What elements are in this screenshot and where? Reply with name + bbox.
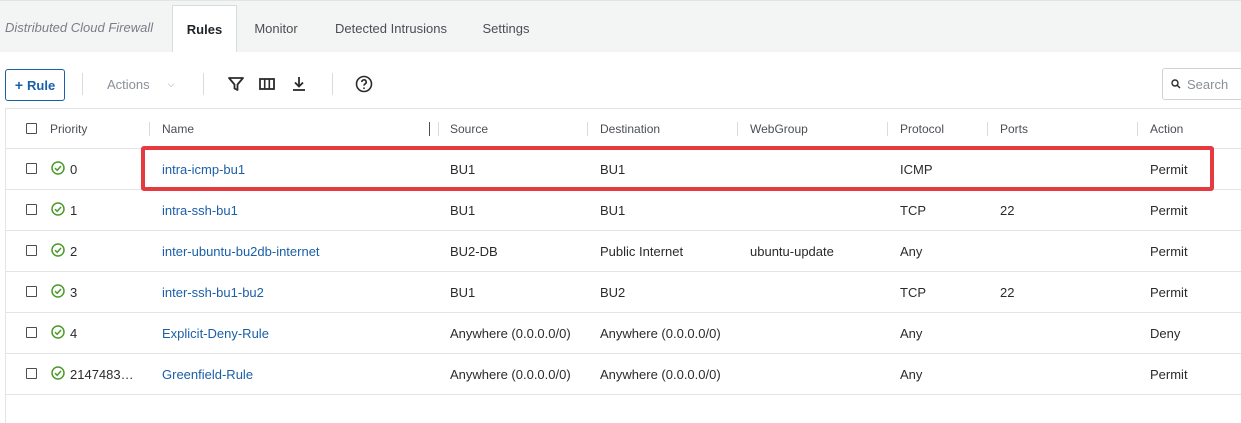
cell-action: Permit	[1150, 162, 1188, 177]
cell-destination: Anywhere (0.0.0.0/0)	[600, 367, 721, 382]
cell-priority: 3	[70, 285, 78, 300]
column-divider	[887, 122, 888, 136]
cell-source: Anywhere (0.0.0.0/0)	[450, 367, 571, 382]
toolbar-divider	[203, 73, 204, 95]
cell-priority: 2	[70, 244, 78, 259]
table-header: Priority Name Source Destination WebGrou…	[6, 109, 1241, 149]
filter-icon[interactable]	[227, 75, 245, 93]
row-checkbox[interactable]	[26, 163, 37, 174]
top-nav-bar: Distributed Cloud Firewall Rules Monitor…	[0, 0, 1241, 53]
row-checkbox[interactable]	[26, 286, 37, 297]
cell-protocol: TCP	[900, 203, 926, 218]
row-checkbox[interactable]	[26, 245, 37, 256]
rule-name-link[interactable]: Explicit-Deny-Rule	[162, 326, 269, 341]
cell-priority: 1	[70, 203, 78, 218]
tab-rules[interactable]: Rules	[172, 5, 237, 53]
actions-label: Actions	[107, 77, 150, 92]
cell-ports: 22	[1000, 285, 1015, 300]
table-row[interactable]: 4 Explicit-Deny-Rule Anywhere (0.0.0.0/0) A…	[6, 313, 1241, 354]
cell-destination: Public Internet	[600, 244, 684, 259]
table-row[interactable]: 2147483… Greenfield-Rule Anywhere (0.0.0.0…	[6, 354, 1241, 395]
plus-icon: +	[14, 77, 23, 93]
toolbar-divider	[82, 73, 83, 95]
status-check-icon	[51, 325, 65, 339]
cell-action: Deny	[1150, 326, 1181, 341]
column-divider	[1137, 122, 1138, 136]
cell-protocol: Any	[900, 244, 923, 259]
cell-protocol: TCP	[900, 285, 926, 300]
cell-source: BU2-DB	[450, 244, 498, 259]
table-row[interactable]: 0 intra-icmp-bu1 BU1 BU1 ICMP Permit	[6, 149, 1241, 190]
column-header-source[interactable]: Source	[450, 122, 488, 136]
column-header-priority[interactable]: Priority	[50, 122, 87, 136]
rules-table: Priority Name Source Destination WebGrou…	[5, 108, 1241, 423]
chevron-down-icon: ⌵	[167, 79, 175, 89]
tab-monitor[interactable]: Monitor	[245, 5, 307, 53]
rule-name-link[interactable]: intra-ssh-bu1	[162, 203, 238, 218]
row-checkbox[interactable]	[26, 327, 37, 338]
search-input[interactable]	[1187, 76, 1241, 92]
column-divider	[587, 122, 588, 136]
add-rule-button[interactable]: + Rule	[5, 69, 65, 101]
download-icon[interactable]	[290, 75, 308, 93]
tab-settings[interactable]: Settings	[474, 5, 538, 53]
table-row[interactable]: 3 inter-ssh-bu1-bu2 BU1 BU2 TCP 22 Permit	[6, 272, 1241, 313]
cell-action: Permit	[1150, 285, 1188, 300]
add-rule-label: Rule	[27, 77, 56, 93]
cell-priority: 0	[70, 162, 78, 177]
cell-destination: Anywhere (0.0.0.0/0)	[600, 326, 721, 341]
column-header-webgroup[interactable]: WebGroup	[750, 122, 808, 136]
status-check-icon	[51, 284, 65, 298]
cell-protocol: Any	[900, 326, 923, 341]
table-row[interactable]: 1 intra-ssh-bu1 BU1 BU1 TCP 22 Permit	[6, 190, 1241, 231]
status-check-icon	[51, 161, 65, 175]
cell-action: Permit	[1150, 203, 1188, 218]
column-divider	[438, 122, 439, 136]
cell-protocol: ICMP	[900, 162, 933, 177]
cell-source: BU1	[450, 285, 476, 300]
column-header-ports[interactable]: Ports	[1000, 122, 1028, 136]
cell-protocol: Any	[900, 367, 923, 382]
columns-icon[interactable]	[258, 75, 276, 93]
toolbar-divider	[332, 73, 333, 95]
cell-source: Anywhere (0.0.0.0/0)	[450, 326, 571, 341]
cell-destination: BU1	[600, 162, 626, 177]
table-row[interactable]: 2 inter-ubuntu-bu2db-internet BU2-DB Public…	[6, 231, 1241, 272]
cell-action: Permit	[1150, 244, 1188, 259]
select-all-checkbox[interactable]	[26, 123, 37, 134]
cell-webgroup: ubuntu-update	[750, 244, 834, 259]
toolbar: + Rule Actions ⌵	[0, 52, 1241, 108]
cell-destination: BU1	[600, 203, 626, 218]
cell-source: BU1	[450, 162, 476, 177]
app-title: Distributed Cloud Firewall	[5, 20, 154, 35]
tab-detected-intrusions[interactable]: Detected Intrusions	[326, 5, 456, 53]
status-check-icon	[51, 243, 65, 257]
cell-action: Permit	[1150, 367, 1188, 382]
search-box	[1162, 68, 1241, 100]
rule-name-link[interactable]: intra-icmp-bu1	[162, 162, 245, 177]
status-check-icon	[51, 366, 65, 380]
column-divider	[149, 122, 150, 136]
column-header-name[interactable]: Name	[162, 122, 194, 136]
cell-ports: 22	[1000, 203, 1015, 218]
row-checkbox[interactable]	[26, 204, 37, 215]
column-header-action[interactable]: Action	[1150, 122, 1183, 136]
cell-destination: BU2	[600, 285, 626, 300]
cell-priority: 2147483…	[70, 367, 134, 382]
search-icon	[1171, 79, 1181, 89]
actions-dropdown[interactable]: Actions ⌵	[107, 77, 174, 92]
column-divider	[987, 122, 988, 136]
column-header-destination[interactable]: Destination	[600, 122, 660, 136]
help-icon[interactable]	[355, 75, 373, 93]
rule-name-link[interactable]: inter-ubuntu-bu2db-internet	[162, 244, 320, 259]
status-check-icon	[51, 202, 65, 216]
cell-priority: 4	[70, 326, 78, 341]
rule-name-link[interactable]: inter-ssh-bu1-bu2	[162, 285, 264, 300]
cell-source: BU1	[450, 203, 476, 218]
row-checkbox[interactable]	[26, 368, 37, 379]
column-resize-handle[interactable]	[429, 122, 430, 136]
column-header-protocol[interactable]: Protocol	[900, 122, 944, 136]
rule-name-link[interactable]: Greenfield-Rule	[162, 367, 253, 382]
column-divider	[737, 122, 738, 136]
